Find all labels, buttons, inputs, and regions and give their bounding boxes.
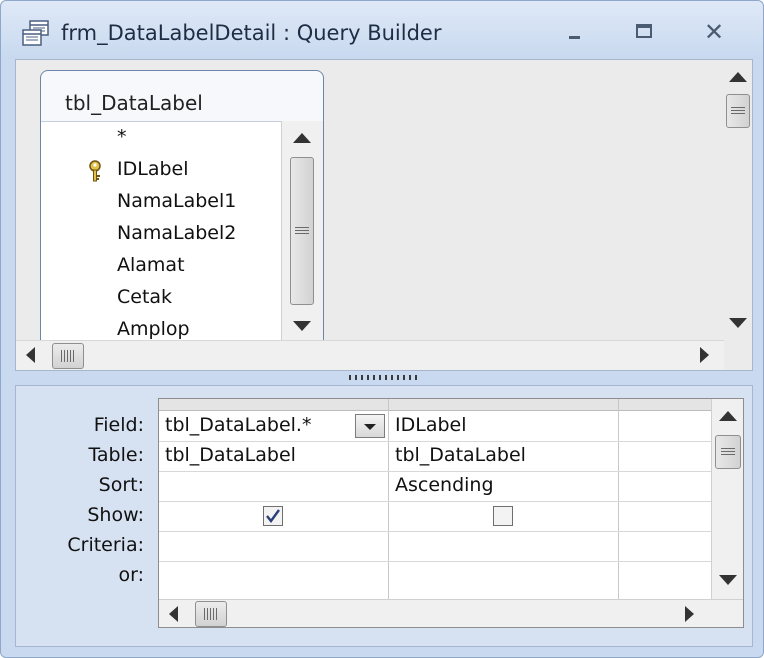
show-checkbox[interactable] bbox=[263, 506, 283, 526]
title-bar[interactable]: frm_DataLabelDetail : Query Builder ✕ bbox=[1, 1, 763, 59]
grid-horizontal-scrollbar[interactable] bbox=[159, 599, 743, 627]
close-button[interactable]: ✕ bbox=[697, 19, 731, 45]
scroll-up-icon[interactable] bbox=[293, 133, 311, 143]
scroll-left-icon[interactable] bbox=[169, 606, 178, 622]
grip-icon bbox=[204, 608, 218, 620]
row-label-or: or: bbox=[118, 564, 144, 586]
chevron-down-icon bbox=[364, 424, 376, 430]
checkmark-icon bbox=[266, 509, 280, 523]
field-cell[interactable]: IDLabel bbox=[395, 414, 467, 436]
row-label-show: Show: bbox=[87, 504, 144, 526]
table-diagram-pane[interactable]: tbl_DataLabel * IDLabel NamaLabel1 NamaL… bbox=[15, 59, 753, 371]
field-list-item[interactable]: IDLabel bbox=[117, 158, 189, 180]
table-box-title[interactable]: tbl_DataLabel bbox=[65, 91, 203, 115]
field-cell[interactable]: tbl_DataLabel.* bbox=[165, 414, 311, 436]
diagram-horizontal-scroll-thumb[interactable] bbox=[52, 343, 84, 369]
field-list-item[interactable]: Amplop bbox=[117, 318, 190, 340]
field-list-scroll-thumb[interactable] bbox=[290, 157, 314, 305]
diagram-horizontal-scrollbar[interactable] bbox=[16, 340, 724, 370]
maximize-icon bbox=[636, 24, 652, 38]
field-list-item[interactable]: Alamat bbox=[117, 254, 185, 276]
field-list-scrollbar[interactable] bbox=[281, 121, 323, 341]
primary-key-icon bbox=[89, 160, 101, 182]
scroll-up-icon[interactable] bbox=[719, 411, 737, 421]
field-dropdown-button[interactable] bbox=[355, 414, 385, 438]
grip-icon bbox=[61, 350, 75, 362]
pane-splitter[interactable] bbox=[15, 371, 753, 383]
minimize-icon bbox=[569, 36, 580, 39]
scroll-down-icon[interactable] bbox=[729, 318, 747, 328]
column-selector-bar[interactable] bbox=[159, 399, 711, 411]
query-builder-icon bbox=[22, 20, 49, 46]
design-grid[interactable]: tbl_DataLabel.* tbl_DataLabel IDLabel tb… bbox=[158, 398, 744, 628]
scroll-down-icon[interactable] bbox=[719, 575, 737, 585]
field-list-item[interactable]: NamaLabel2 bbox=[117, 222, 236, 244]
scroll-up-icon[interactable] bbox=[729, 72, 747, 82]
grid-horizontal-scroll-thumb[interactable] bbox=[195, 601, 227, 627]
scroll-right-icon[interactable] bbox=[685, 606, 694, 622]
scroll-left-icon[interactable] bbox=[26, 347, 35, 363]
grid-vertical-scrollbar[interactable] bbox=[711, 399, 743, 599]
scroll-right-icon[interactable] bbox=[700, 347, 709, 363]
close-icon: ✕ bbox=[703, 18, 725, 46]
grip-icon bbox=[721, 448, 735, 457]
row-label-criteria: Criteria: bbox=[67, 534, 144, 556]
table-cell[interactable]: tbl_DataLabel bbox=[165, 444, 296, 466]
grid-vertical-scroll-thumb[interactable] bbox=[715, 435, 741, 469]
field-list-item[interactable]: NamaLabel1 bbox=[117, 190, 236, 212]
maximize-button[interactable] bbox=[627, 19, 661, 45]
row-label-sort: Sort: bbox=[98, 474, 144, 496]
scroll-down-icon[interactable] bbox=[293, 321, 311, 331]
minimize-button[interactable] bbox=[557, 19, 591, 45]
query-builder-window: frm_DataLabelDetail : Query Builder ✕ tb… bbox=[0, 0, 764, 658]
field-list-item[interactable]: Cetak bbox=[117, 286, 172, 308]
design-grid-pane: Field: Table: Sort: Show: Criteria: or: … bbox=[15, 385, 753, 647]
sort-cell[interactable]: Ascending bbox=[395, 474, 494, 496]
table-box-tbl-datalabel[interactable]: tbl_DataLabel * IDLabel NamaLabel1 NamaL… bbox=[40, 70, 324, 342]
grip-icon bbox=[731, 107, 745, 116]
row-label-field: Field: bbox=[93, 414, 144, 436]
window-title: frm_DataLabelDetail : Query Builder bbox=[61, 21, 442, 45]
table-cell[interactable]: tbl_DataLabel bbox=[395, 444, 526, 466]
splitter-grip-icon bbox=[349, 375, 421, 380]
grip-icon bbox=[295, 227, 309, 236]
diagram-vertical-scrollbar[interactable] bbox=[724, 60, 752, 340]
field-list-item[interactable]: * bbox=[117, 126, 127, 148]
show-checkbox[interactable] bbox=[493, 506, 513, 526]
row-label-table: Table: bbox=[88, 444, 144, 466]
diagram-vertical-scroll-thumb[interactable] bbox=[726, 94, 750, 128]
field-list[interactable]: * IDLabel NamaLabel1 NamaLabel2 Alamat C… bbox=[41, 121, 281, 341]
